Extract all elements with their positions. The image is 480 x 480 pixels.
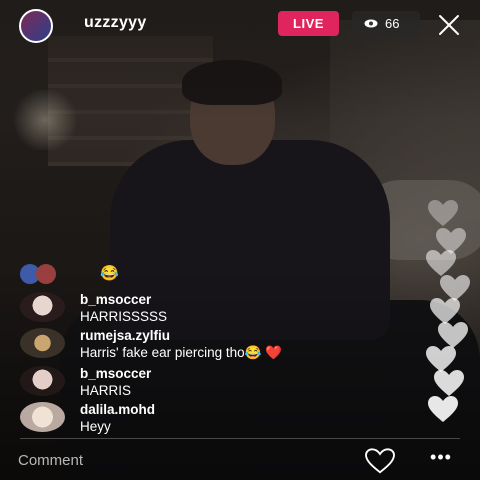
commenter-avatar[interactable] <box>20 366 65 396</box>
comment-text: HARRIS <box>80 383 132 398</box>
floating-heart-icon <box>426 346 456 372</box>
live-video: uzzzyyy LIVE 66 😂 b_msoccer HARRISSSSS r… <box>0 0 480 480</box>
comment-username[interactable]: b_msoccer <box>80 292 151 307</box>
floating-heart-icon <box>426 250 456 276</box>
bottom-divider <box>20 438 460 439</box>
comment-text: Harris' fake ear piercing tho😂 ❤️ <box>80 345 283 360</box>
comment-text: HARRISSSSS <box>80 309 168 324</box>
comment-item: b_msoccer HARRISSSSS <box>0 292 430 328</box>
eye-icon <box>364 19 378 28</box>
commenter-avatar[interactable] <box>20 402 65 432</box>
comment-username[interactable]: b_msoccer <box>80 366 151 381</box>
live-header: uzzzyyy LIVE 66 <box>0 0 480 48</box>
host-avatar[interactable] <box>19 9 53 43</box>
laughing-emoji: 😂 <box>100 265 119 282</box>
commenter-avatar <box>36 264 56 284</box>
floating-heart-icon <box>438 322 468 348</box>
comment-item: b_msoccer HARRIS <box>0 366 430 402</box>
floating-heart-icon <box>428 200 458 226</box>
comment-item: dalila.mohd Heyy <box>0 402 430 438</box>
live-badge: LIVE <box>278 11 339 36</box>
host-username[interactable]: uzzzyyy <box>84 14 147 32</box>
comment-text: Heyy <box>80 419 111 434</box>
floating-heart-icon <box>434 370 464 396</box>
close-icon[interactable] <box>437 13 461 37</box>
comment-username[interactable]: dalila.mohd <box>80 402 155 417</box>
comment-username[interactable]: rumejsa.zylfiu <box>80 328 170 343</box>
commenter-avatar[interactable] <box>20 328 65 358</box>
heart-outline-icon[interactable] <box>362 447 398 475</box>
more-dots-icon[interactable]: ••• <box>428 448 454 470</box>
comment-input[interactable] <box>18 449 318 471</box>
floating-heart-icon <box>430 298 460 324</box>
floating-hearts <box>418 200 478 430</box>
comment-item: rumejsa.zylfiu Harris' fake ear piercing… <box>0 328 430 364</box>
reaction-row: 😂 <box>20 262 220 286</box>
viewer-count: 66 <box>385 16 400 31</box>
commenter-avatar[interactable] <box>20 292 65 322</box>
floating-heart-icon <box>428 396 458 422</box>
viewer-count-button[interactable]: 66 <box>352 11 420 36</box>
